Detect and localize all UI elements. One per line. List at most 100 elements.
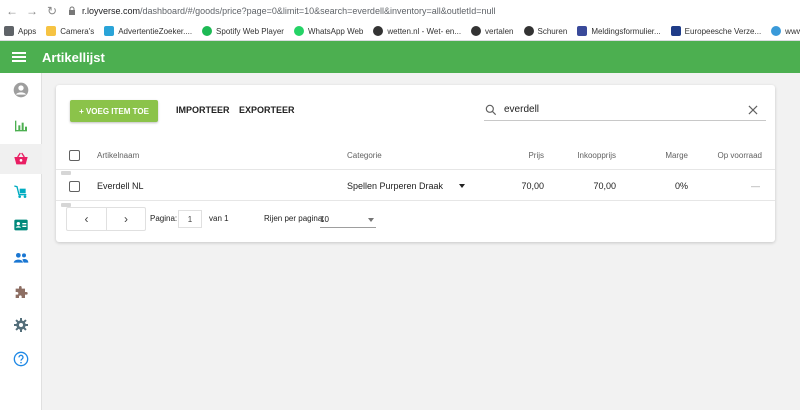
sidebar-item-integrations[interactable] xyxy=(0,277,42,307)
bookmark-item[interactable]: Apps xyxy=(4,26,36,36)
import-button[interactable]: IMPORTEER xyxy=(176,105,230,115)
page-title: Artikellijst xyxy=(42,49,105,65)
bookmark-label: Camera's xyxy=(60,26,95,36)
help-icon xyxy=(13,351,29,367)
item-stock: — xyxy=(751,181,760,191)
bookmark-item[interactable]: vertalen xyxy=(471,26,514,36)
column-header-price[interactable]: Prijs xyxy=(518,140,544,170)
bookmark-label: WhatsApp Web xyxy=(307,26,364,36)
settings-gear-icon xyxy=(14,318,28,332)
add-item-button[interactable]: + VOEG ITEM TOE xyxy=(70,100,158,122)
folder-icon xyxy=(46,26,57,36)
item-cost: 70,00 xyxy=(593,181,616,191)
item-margin: 0% xyxy=(674,181,688,191)
search-icon xyxy=(485,104,497,115)
category-select[interactable]: Spellen Purperen Draak xyxy=(347,171,465,201)
sidebar-item-reports[interactable] xyxy=(0,111,42,141)
row-checkbox[interactable] xyxy=(69,180,80,192)
bookmark-item[interactable]: wetten.nl - Wet- en... xyxy=(373,26,461,36)
column-header-category[interactable]: Categorie xyxy=(347,140,382,170)
back-arrow-icon[interactable]: ← xyxy=(4,3,20,19)
row-resize-handle[interactable] xyxy=(61,171,71,175)
bookmark-label: AdvertentieZoeker.... xyxy=(118,26,193,36)
menu-icon[interactable] xyxy=(12,52,26,62)
table-header: Artikelnaam Categorie Prijs Inkoopprijs … xyxy=(56,140,775,170)
reports-icon xyxy=(15,120,27,132)
sidebar-item-employees[interactable] xyxy=(0,210,42,240)
bookmark-label: Schuren xyxy=(537,26,568,36)
customers-icon xyxy=(13,253,29,263)
rows-per-page-select[interactable]: 10 xyxy=(320,211,376,228)
sidebar-item-help[interactable] xyxy=(0,344,42,374)
sidebar-item-account[interactable] xyxy=(0,75,42,105)
bookmark-item[interactable]: AdvertentieZoeker.... xyxy=(104,26,192,36)
column-header-cost[interactable]: Inkoopprijs xyxy=(564,140,616,170)
export-button[interactable]: EXPORTEER xyxy=(239,105,295,115)
bookmarks-bar: Apps Camera's AdvertentieZoeker.... Spotify… xyxy=(0,22,800,41)
browser-address-bar: ← → ↻ r.loyverse.com/dashboard/#/goods/p… xyxy=(0,0,800,22)
category-value: Spellen Purperen Draak xyxy=(347,181,444,191)
bookmark-item[interactable]: Europeesche Verze... xyxy=(670,26,761,36)
shield-icon xyxy=(670,26,681,36)
select-all-checkbox[interactable] xyxy=(69,149,80,161)
items-basket-icon xyxy=(14,152,28,165)
sidebar-item-customers[interactable] xyxy=(0,243,42,273)
rows-per-page-value: 10 xyxy=(320,214,329,224)
column-header-margin[interactable]: Marge xyxy=(652,140,688,170)
page-nav: ‹ › xyxy=(66,207,146,231)
bookmark-label: wetten.nl - Wet- en... xyxy=(387,26,462,36)
forward-arrow-icon[interactable]: → xyxy=(24,3,40,19)
column-header-name[interactable]: Artikelnaam xyxy=(97,140,139,170)
bookmark-label: Meldingsformulier... xyxy=(591,26,661,36)
page-label: Pagina: xyxy=(150,214,178,223)
apps-grid-icon xyxy=(4,26,14,36)
column-header-stock[interactable]: Op voorraad xyxy=(710,140,762,170)
pagination: ‹ › Pagina: 1 van 1 Rijen per pagina: 10 xyxy=(56,207,775,233)
bookmark-item[interactable]: Schuren xyxy=(523,26,568,36)
bookmark-item[interactable]: Spotify Web Player xyxy=(202,26,284,36)
item-price: 70,00 xyxy=(521,181,544,191)
bookmark-label: Apps xyxy=(18,26,37,36)
globe-icon xyxy=(373,26,384,36)
page-input[interactable]: 1 xyxy=(178,210,202,228)
sidebar xyxy=(0,73,42,410)
prev-page-button[interactable]: ‹ xyxy=(67,208,106,230)
bookmark-item[interactable]: WhatsApp Web xyxy=(293,26,364,36)
items-card: + VOEG ITEM TOE IMPORTEER EXPORTEER Arti… xyxy=(56,85,775,242)
bookmark-label: vertalen xyxy=(485,26,514,36)
sidebar-item-items[interactable] xyxy=(0,144,42,174)
employees-card-icon xyxy=(14,219,28,231)
search-input[interactable] xyxy=(504,104,724,115)
y-icon xyxy=(104,26,115,36)
sidebar-item-settings[interactable] xyxy=(0,310,42,340)
spotify-icon xyxy=(202,26,213,36)
table-row[interactable]: Everdell NL Spellen Purperen Draak 70,00… xyxy=(56,171,775,201)
integrations-puzzle-icon xyxy=(15,286,28,298)
bookmark-label: www.stichtingimn.n... xyxy=(785,26,800,36)
page-total: van 1 xyxy=(209,214,229,223)
url-field[interactable]: r.loyverse.com/dashboard/#/goods/price?p… xyxy=(68,6,496,17)
reload-icon[interactable]: ↻ xyxy=(44,3,60,19)
lock-icon xyxy=(68,6,76,17)
next-page-button[interactable]: › xyxy=(105,208,145,230)
wave-icon xyxy=(771,26,782,36)
account-icon xyxy=(13,82,29,98)
chevron-down-icon xyxy=(459,184,465,188)
whatsapp-icon xyxy=(293,26,304,36)
doc-icon xyxy=(577,26,588,36)
url-path: /dashboard/#/goods/price?page=0&limit=10… xyxy=(140,6,496,16)
search-bar xyxy=(484,99,766,121)
globe-icon xyxy=(471,26,482,36)
bookmark-item[interactable]: Camera's xyxy=(46,26,94,36)
close-icon[interactable] xyxy=(746,103,760,117)
bookmark-label: Spotify Web Player xyxy=(216,26,284,36)
url-host: r.loyverse.com xyxy=(82,6,141,16)
rows-per-page-label: Rijen per pagina: xyxy=(264,214,325,223)
sidebar-item-inventory[interactable] xyxy=(0,177,42,207)
bookmark-item[interactable]: Meldingsformulier... xyxy=(577,26,661,36)
inventory-cart-icon xyxy=(14,185,27,198)
globe-icon xyxy=(523,26,534,36)
app-bar: Artikellijst xyxy=(0,41,800,73)
bookmark-item[interactable]: www.stichtingimn.n... xyxy=(771,26,800,36)
chevron-down-icon xyxy=(368,218,374,222)
